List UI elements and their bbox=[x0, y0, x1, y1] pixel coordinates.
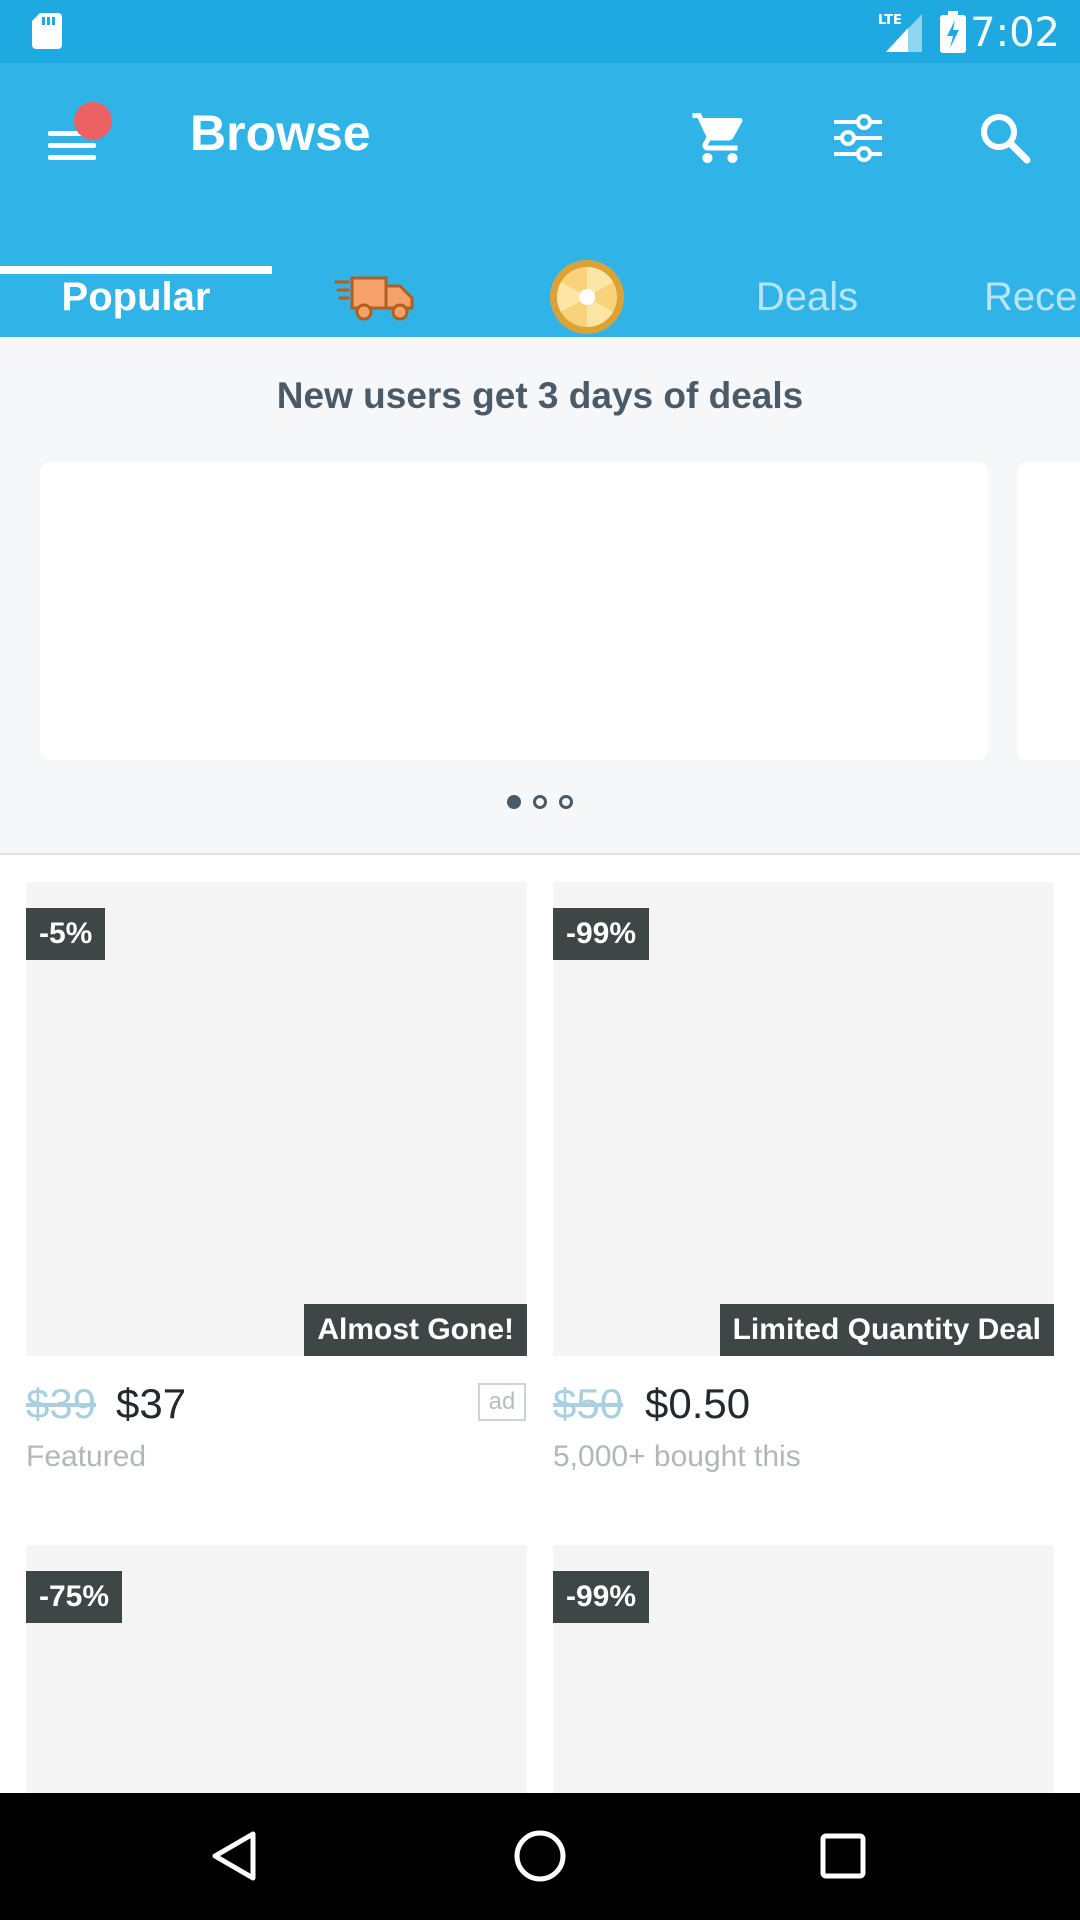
tab-fast-shipping[interactable] bbox=[272, 257, 482, 337]
cart-button[interactable] bbox=[685, 103, 755, 173]
tab-label: Popular bbox=[61, 274, 211, 319]
tab-prize-wheel[interactable] bbox=[482, 257, 692, 337]
carousel-dot-active bbox=[507, 795, 521, 809]
promo-card-next[interactable] bbox=[1017, 462, 1080, 760]
search-button[interactable] bbox=[970, 103, 1040, 173]
sd-card-icon bbox=[32, 13, 62, 49]
urgency-tag: Almost Gone! bbox=[304, 1304, 527, 1356]
status-bar: LTE 7:02 bbox=[0, 0, 1080, 63]
battery-charging-icon bbox=[940, 11, 966, 53]
banner-title: New users get 3 days of deals bbox=[276, 375, 804, 416]
sale-price: $37 bbox=[116, 1380, 187, 1427]
recents-square-icon bbox=[820, 1833, 866, 1879]
filter-button[interactable] bbox=[823, 103, 893, 173]
discount-badge: -5% bbox=[26, 908, 106, 960]
tab-label: Deals bbox=[755, 274, 859, 319]
tab-label: Rece bbox=[984, 274, 1078, 319]
discount-badge: -75% bbox=[26, 1571, 123, 1623]
tab-indicator bbox=[0, 266, 272, 274]
carousel-dot bbox=[533, 795, 547, 809]
ad-label: ad bbox=[478, 1383, 526, 1421]
app-bar: Browse Popular Deals Rece bbox=[0, 63, 1080, 337]
tab-recent[interactable]: Rece bbox=[984, 257, 1080, 337]
product-subtitle: Featured bbox=[26, 1440, 147, 1473]
recents-button[interactable] bbox=[808, 1821, 878, 1891]
carousel-indicator bbox=[0, 795, 1080, 809]
promo-card[interactable] bbox=[40, 462, 988, 760]
prize-wheel-icon bbox=[550, 260, 624, 334]
shopping-cart-icon bbox=[692, 113, 743, 163]
home-button[interactable] bbox=[505, 1821, 575, 1891]
lte-signal-icon: LTE bbox=[878, 13, 922, 52]
product-subtitle: 5,000+ bought this bbox=[553, 1440, 801, 1473]
filter-sliders-icon bbox=[834, 114, 882, 162]
page-title: Browse bbox=[190, 105, 371, 161]
discount-badge: -99% bbox=[553, 908, 650, 960]
tab-deals[interactable]: Deals bbox=[692, 257, 922, 337]
back-triangle-icon bbox=[212, 1831, 256, 1881]
back-button[interactable] bbox=[200, 1821, 270, 1891]
carousel-dot bbox=[559, 795, 573, 809]
search-icon bbox=[981, 114, 1031, 164]
clock: 7:02 bbox=[970, 10, 1060, 56]
original-price: $39 bbox=[26, 1380, 97, 1427]
urgency-tag: Limited Quantity Deal bbox=[719, 1304, 1054, 1356]
svg-text:LTE: LTE bbox=[878, 13, 902, 28]
original-price: $50 bbox=[553, 1380, 624, 1427]
sale-price: $0.50 bbox=[645, 1380, 751, 1427]
discount-badge: -99% bbox=[553, 1571, 650, 1623]
system-nav-bar bbox=[0, 1793, 1080, 1920]
delivery-truck-icon bbox=[334, 276, 414, 321]
product-grid: -5% Almost Gone! $39 $37 ad Featured -99… bbox=[0, 855, 1080, 1793]
home-circle-icon bbox=[514, 1830, 566, 1882]
notification-dot bbox=[74, 102, 112, 140]
